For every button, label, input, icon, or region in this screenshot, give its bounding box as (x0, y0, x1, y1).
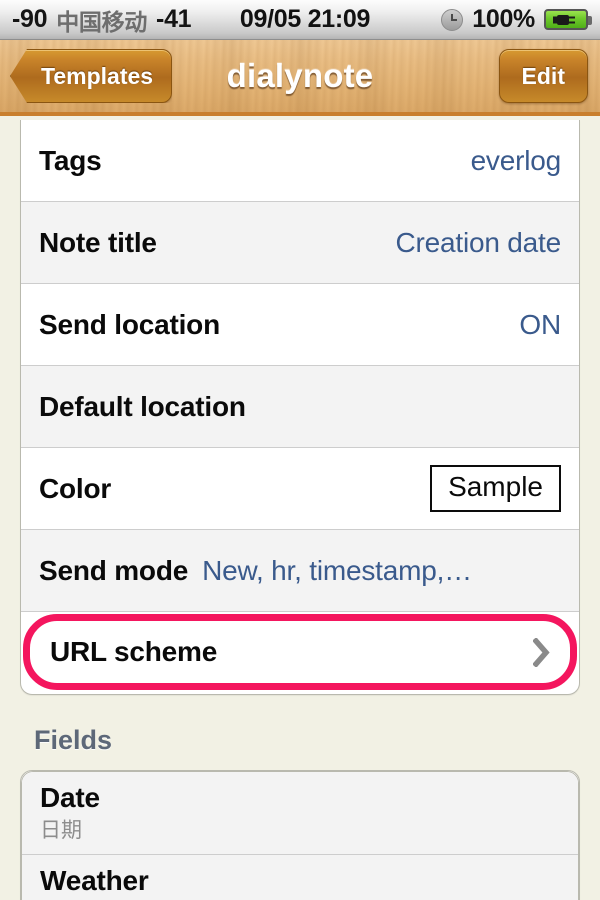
field-title: Date (40, 782, 100, 813)
fields-group: Date 日期 Weather (20, 770, 580, 900)
field-row-date[interactable]: Date 日期 (22, 772, 578, 856)
carrier-name: 中国移动 (56, 9, 148, 36)
row-label: URL scheme (50, 636, 218, 667)
field-title: Weather (40, 865, 149, 897)
clock-icon (441, 8, 464, 31)
edit-button-label: Edit (521, 62, 565, 89)
row-label: Tags (39, 144, 102, 176)
row-label: Color (39, 472, 112, 504)
settings-row-default-location[interactable]: Default location (21, 366, 579, 448)
row-label: Send mode (39, 554, 189, 586)
back-button-label: Templates (41, 62, 154, 89)
settings-row-note-title[interactable]: Note title Creation date (21, 202, 579, 284)
battery-charging-icon (544, 9, 592, 30)
settings-row-send-mode[interactable]: Send mode New, hr, timestamp,… (21, 530, 579, 612)
navigation-bar: Templates dialynote Edit (0, 40, 600, 116)
row-value: ON (519, 308, 561, 340)
settings-row-send-location[interactable]: Send location ON (21, 284, 579, 366)
row-label: Note title (39, 226, 157, 258)
signal-left-value: -90 (12, 5, 48, 33)
row-value: Creation date (395, 226, 561, 258)
row-value: everlog (470, 144, 562, 176)
fields-group-inner: Date 日期 Weather (21, 771, 579, 900)
field-row-weather[interactable]: Weather (22, 855, 578, 900)
color-sample-swatch[interactable]: Sample (430, 465, 561, 512)
signal-right-value: -41 (156, 5, 192, 33)
row-value: New, hr, timestamp,… (202, 554, 472, 586)
status-bar-right: 100% (441, 5, 592, 34)
row-label: Default location (39, 390, 246, 422)
plug-icon (553, 14, 575, 25)
fields-section-header: Fields (34, 725, 113, 755)
edit-button[interactable]: Edit (498, 49, 588, 103)
settings-row-color[interactable]: Color Sample (21, 448, 579, 530)
settings-group: Tags everlog Note title Creation date Se… (20, 120, 580, 695)
status-bar-left: -90 中国移动 -41 (12, 3, 192, 37)
battery-percent-label: 100% (472, 5, 535, 33)
back-button-templates[interactable]: Templates (10, 49, 173, 103)
app-root: -90 中国移动 -41 09/05 21:09 100% Templates … (0, 0, 600, 900)
settings-row-url-scheme[interactable]: URL scheme (23, 614, 577, 690)
page-title: dialynote (226, 57, 374, 94)
row-label: Send location (39, 308, 220, 340)
field-subtitle: 日期 (40, 818, 82, 843)
status-bar: -90 中国移动 -41 09/05 21:09 100% (0, 0, 600, 40)
settings-row-tags[interactable]: Tags everlog (21, 120, 579, 202)
chevron-right-icon (533, 637, 550, 667)
settings-scroll-view[interactable]: Tags everlog Note title Creation date Se… (0, 120, 600, 900)
